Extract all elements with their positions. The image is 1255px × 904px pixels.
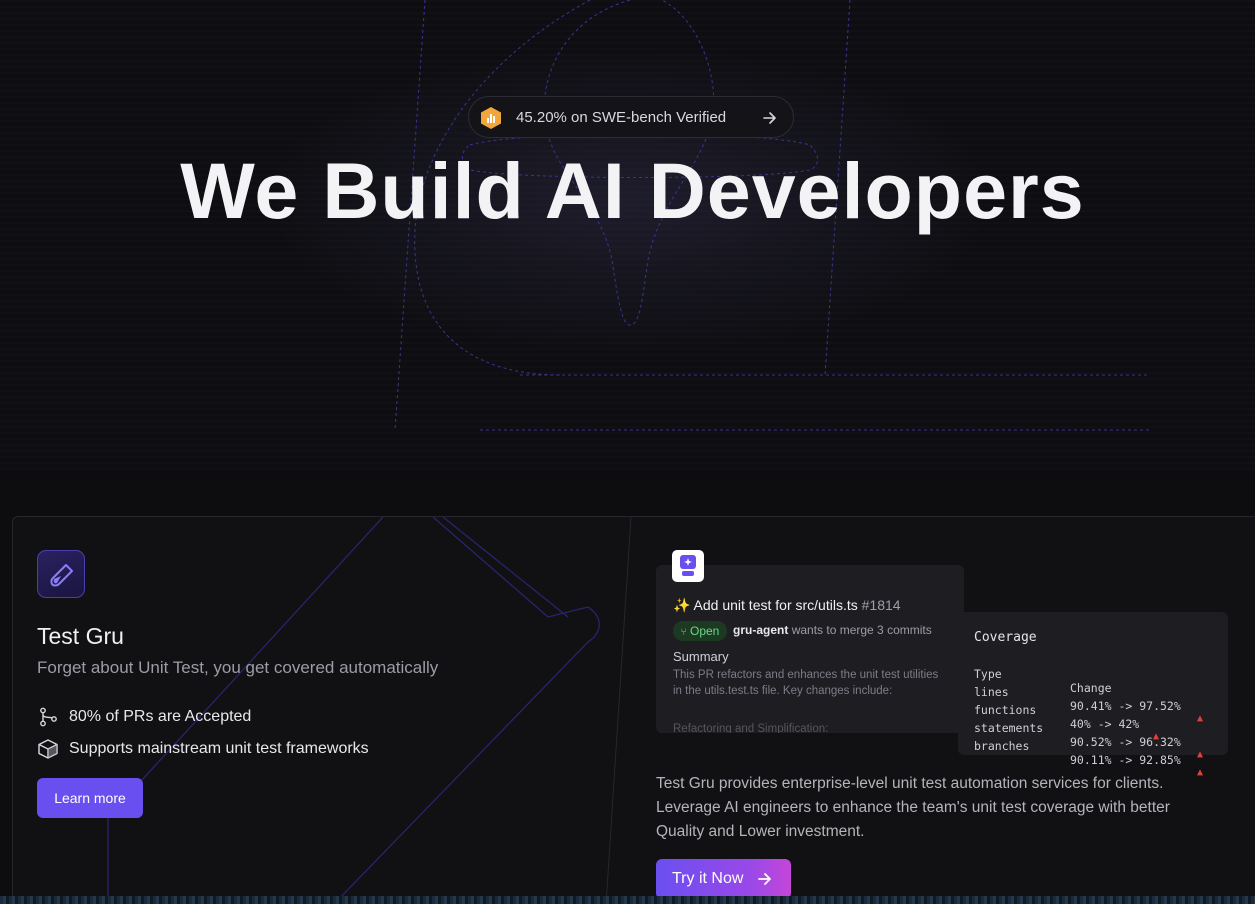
coverage-heading: Coverage [974, 630, 1037, 645]
learn-more-button[interactable]: Learn more [37, 778, 143, 818]
feature-item: 80% of PRs are Accepted [37, 707, 251, 727]
badge-label: 45.20% on SWE-bench Verified [516, 109, 727, 126]
swe-bench-badge[interactable]: 45.20% on SWE-bench Verified [468, 96, 794, 138]
pr-author-line: gru-agent wants to merge 3 commits [733, 623, 932, 637]
medal-hexagon-icon [481, 107, 501, 129]
coverage-change: 90.52% -> 96.32% [1070, 735, 1181, 749]
try-it-now-label: Try it Now [672, 870, 744, 887]
col-change: Change [1070, 681, 1112, 695]
pr-faded-line: Refactoring and Simplification: [673, 723, 829, 733]
arrow-right-icon [763, 112, 776, 124]
increase-triangle-icon: ▲ [1197, 713, 1204, 724]
product-tagline: Forget about Unit Test, you get covered … [37, 658, 439, 677]
pr-summary: This PR refactors and enhances the unit … [673, 669, 939, 697]
pull-request-preview: ✨ Add unit test for src/utils.ts #1814 ⑂… [656, 565, 964, 733]
pr-title-text: ✨ Add unit test for src/utils.ts [673, 597, 858, 613]
pr-merge-icon: ⑂ [680, 627, 687, 638]
arrow-right-icon [758, 873, 771, 885]
coverage-change: 90.11% -> 92.85% [1070, 753, 1181, 767]
feature-item: Supports mainstream unit test frameworks [37, 739, 369, 759]
increase-triangle-icon: ▲ [1197, 749, 1204, 760]
feature-label: 80% of PRs are Accepted [69, 708, 252, 725]
coverage-change: 40% -> 42% [1070, 717, 1140, 731]
pr-status-badge: ⑂ Open [673, 621, 727, 641]
hero-section: 45.20% on SWE-bench Verified We Build AI… [0, 0, 1255, 470]
pr-number: #1814 [861, 597, 901, 613]
bottom-image-strip [0, 896, 1255, 904]
pr-summary-heading: Summary [673, 649, 729, 664]
coverage-type: branches [974, 739, 1030, 753]
product-title: Test Gru [37, 623, 124, 649]
pr-status-label: Open [689, 624, 720, 638]
package-icon [38, 739, 58, 759]
feature-label: Supports mainstream unit test frameworks [69, 740, 369, 757]
card-divider [605, 517, 632, 904]
test-tube-icon [37, 550, 85, 598]
try-it-now-button[interactable]: Try it Now [656, 859, 791, 899]
product-description: Test Gru provides enterprise-level unit … [656, 775, 1170, 840]
pr-title: ✨ Add unit test for src/utils.ts #1814 [673, 597, 901, 614]
coverage-change: 90.41% -> 97.52% [1070, 699, 1181, 713]
coverage-table: Coverage Type Change lines 90.41% -> 97.… [958, 612, 1228, 778]
hero-title: We Build AI Developers [180, 146, 1085, 235]
pr-author: gru-agent [733, 623, 789, 637]
product-card: Test Gru Forget about Unit Test, you get… [12, 516, 1255, 904]
gru-avatar [672, 550, 704, 582]
gru-logo-icon [680, 555, 696, 576]
pr-merge-text: wants to merge 3 commits [791, 623, 932, 637]
git-branch-icon [40, 707, 57, 727]
